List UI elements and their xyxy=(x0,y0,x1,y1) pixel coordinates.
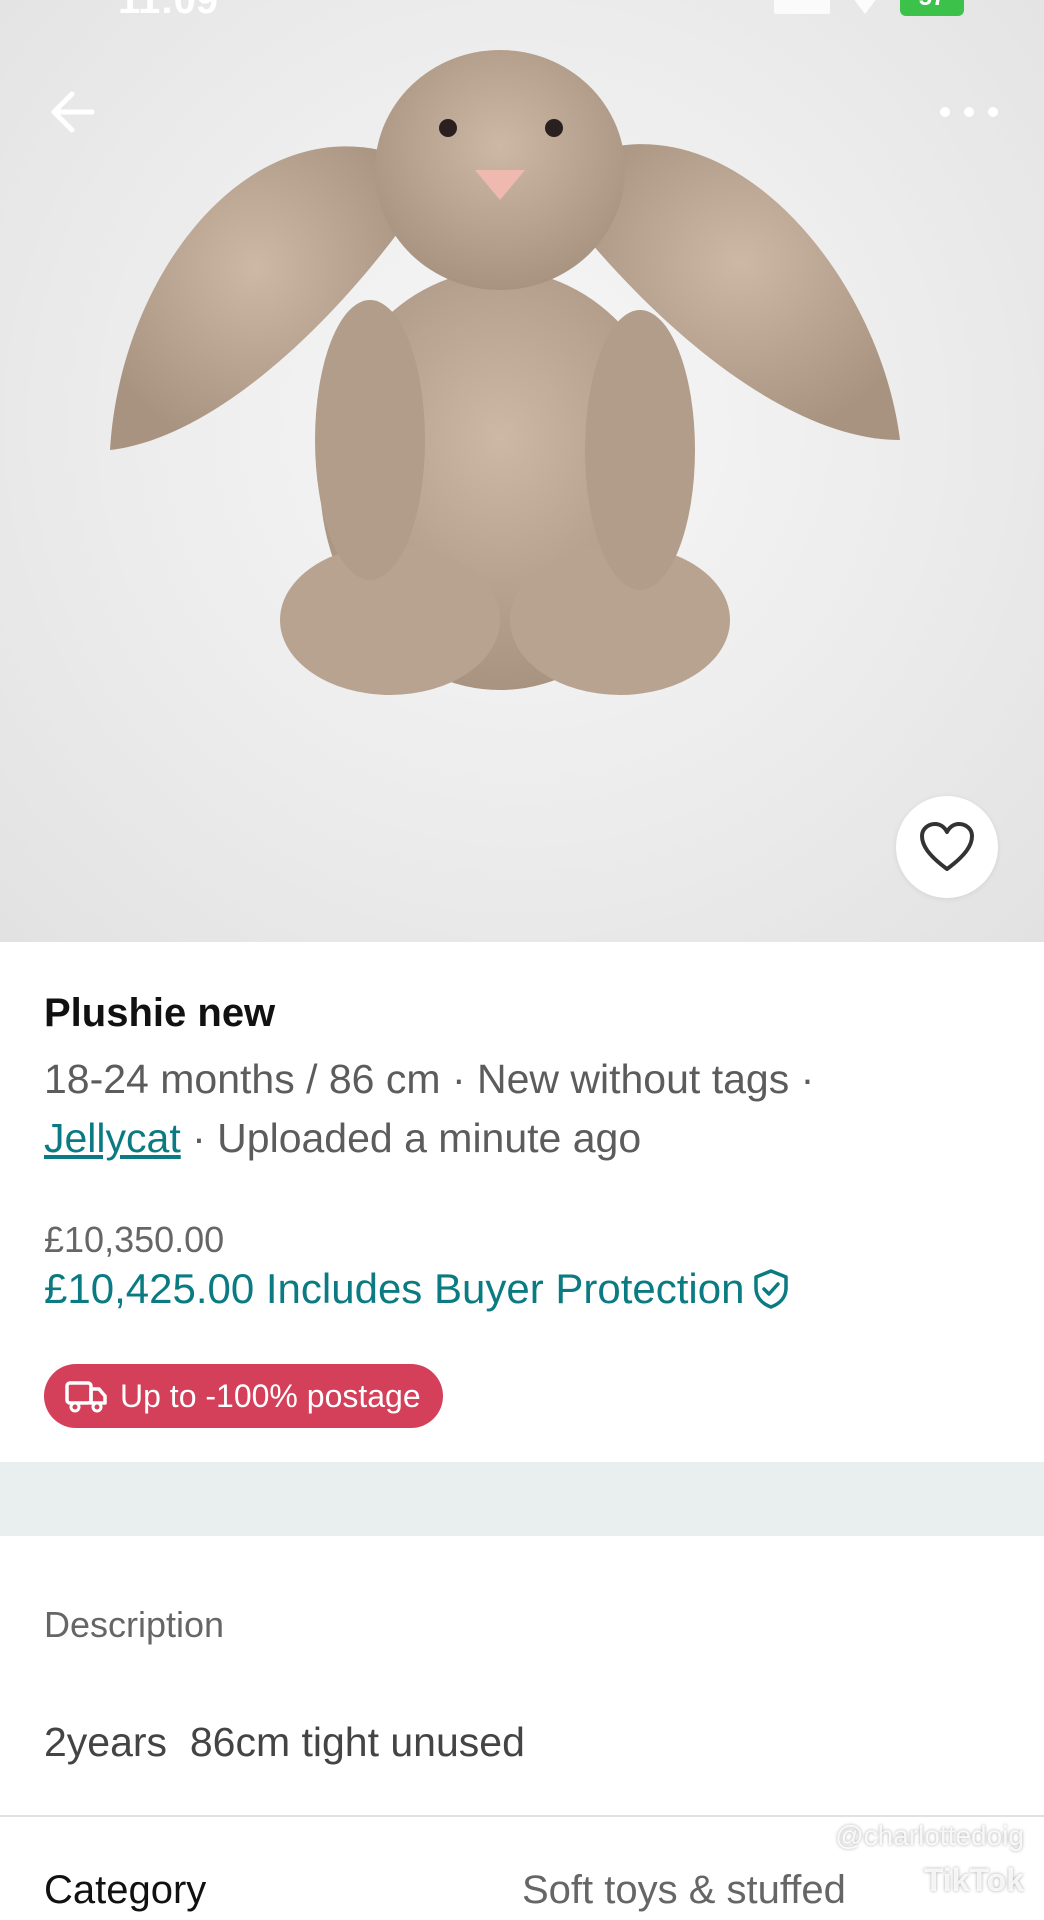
divider xyxy=(0,1815,1044,1817)
heart-icon xyxy=(920,822,974,871)
brand-link[interactable]: Jellycat xyxy=(44,1115,181,1161)
truck-icon xyxy=(65,1381,107,1413)
favourite-button[interactable] xyxy=(896,796,998,898)
description-label: Description xyxy=(44,1604,225,1645)
product-meta: 18-24 months / 86 cm · New without tags … xyxy=(44,1050,1004,1168)
status-time: 11:09 xyxy=(118,0,219,22)
battery-icon: 57 xyxy=(900,0,964,16)
bunny-plush-image xyxy=(110,50,900,695)
back-button[interactable] xyxy=(44,82,104,142)
more-options-button[interactable] xyxy=(934,90,1004,130)
product-size: 18-24 months / 86 cm xyxy=(44,1056,441,1102)
shield-check-icon xyxy=(754,1269,789,1309)
watermark-app: TikTok xyxy=(923,1862,1024,1898)
uploaded-time: Uploaded a minute ago xyxy=(217,1115,642,1161)
item-price: £10,350.00 xyxy=(44,1219,225,1260)
tiktok-watermark: @charlottedoig TikTok xyxy=(835,1820,1024,1899)
wifi-icon xyxy=(848,0,882,14)
more-dots-icon xyxy=(940,107,998,117)
category-value[interactable]: Soft toys & stuffed xyxy=(522,1868,846,1913)
product-condition: New without tags xyxy=(476,1056,790,1102)
product-title: Plushie new xyxy=(44,991,276,1035)
section-divider xyxy=(0,1462,1044,1536)
description-text: 2years 86cm tight unused xyxy=(44,1719,525,1765)
status-icons: 57 xyxy=(774,0,964,16)
status-bar: 11:09 57 xyxy=(0,0,1044,22)
total-price-label: £10,425.00 Includes Buyer Protection xyxy=(44,1265,745,1312)
postage-discount-badge: Up to -100% postage xyxy=(44,1364,443,1428)
meta-separator: · xyxy=(451,1056,477,1102)
meta-separator: · xyxy=(192,1115,218,1161)
meta-separator: · xyxy=(800,1056,815,1102)
total-price-with-protection[interactable]: £10,425.00 Includes Buyer Protection xyxy=(44,1262,1004,1316)
product-info: Plushie new 18-24 months / 86 cm · New w… xyxy=(44,990,1004,1428)
product-image[interactable]: 11:09 57 xyxy=(0,0,1044,942)
category-label: Category xyxy=(44,1868,207,1912)
arrow-left-icon xyxy=(51,91,95,133)
signal-icon xyxy=(774,0,830,14)
postage-badge-label: Up to -100% postage xyxy=(120,1377,421,1414)
watermark-handle: @charlottedoig xyxy=(835,1820,1024,1851)
